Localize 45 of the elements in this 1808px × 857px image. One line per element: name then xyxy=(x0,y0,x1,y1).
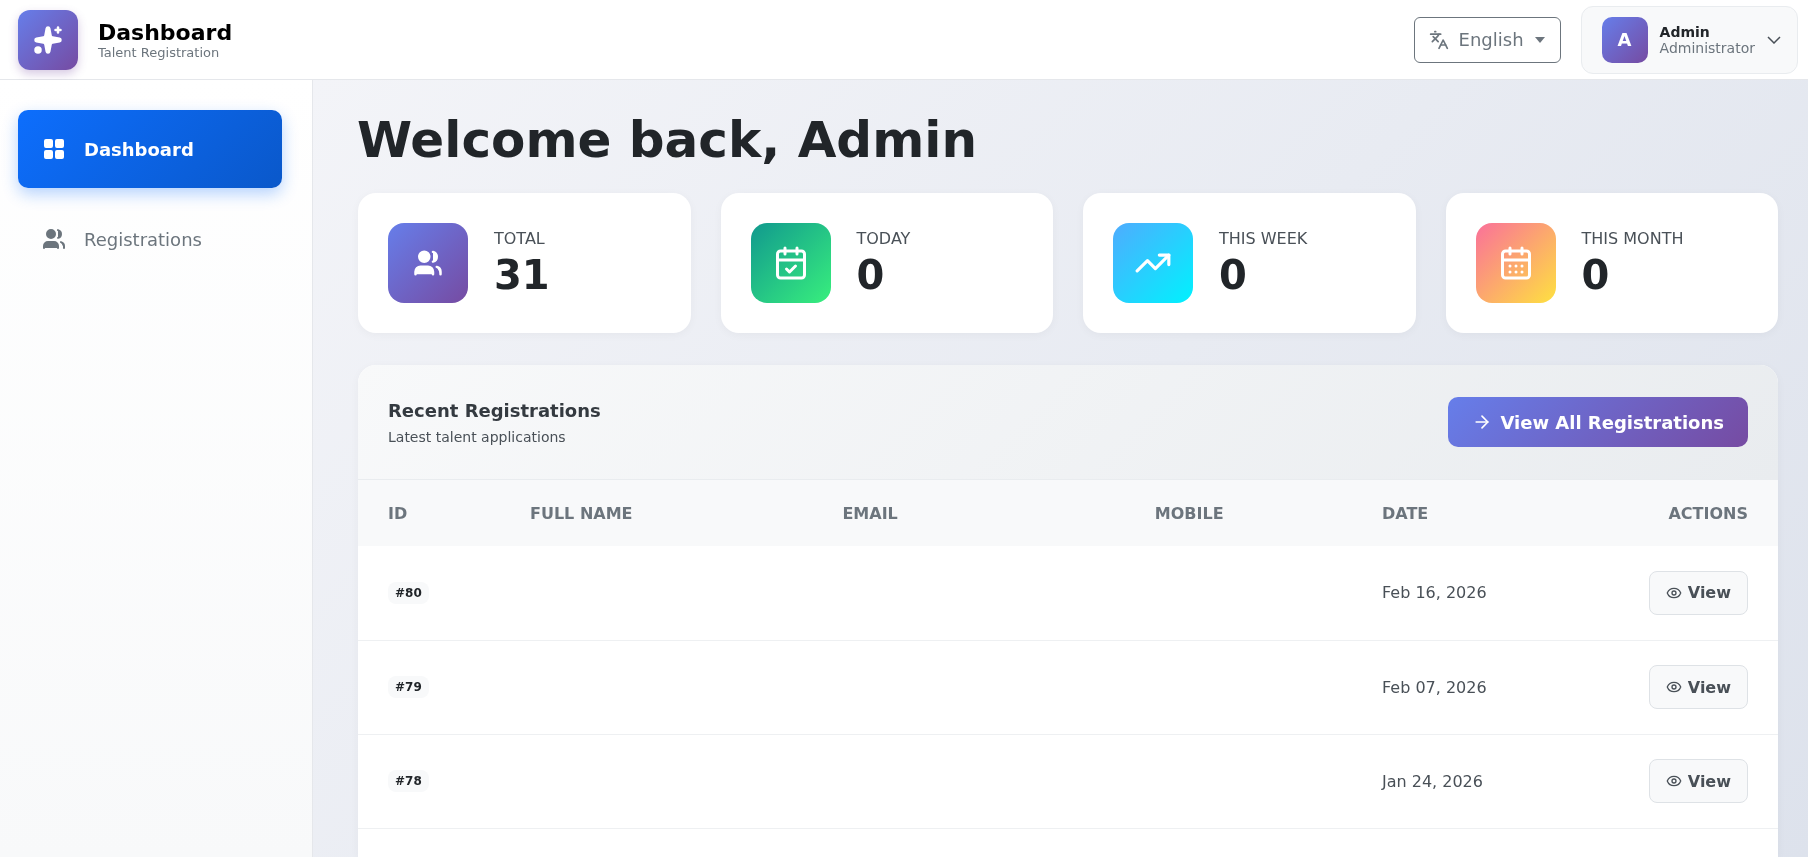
date-cell: Feb 07, 2026 xyxy=(1351,640,1565,734)
stat-label: THIS MONTH xyxy=(1581,228,1684,248)
view-button[interactable]: View xyxy=(1648,759,1748,803)
stat-value: 31 xyxy=(494,251,550,298)
column-header: ID xyxy=(358,480,500,546)
sidebar-item[interactable]: Dashboard xyxy=(18,110,282,188)
id-tag: #78 xyxy=(388,770,429,792)
view-all-button[interactable]: View All Registrations xyxy=(1448,397,1748,447)
column-header: DATE xyxy=(1351,480,1565,546)
app-title: Dashboard xyxy=(98,19,233,45)
stat-value: 0 xyxy=(856,251,886,298)
view-button[interactable]: View xyxy=(1648,665,1748,709)
stat-value: 0 xyxy=(1581,251,1611,298)
stat-value: 0 xyxy=(1219,251,1248,298)
stat-label: TOTAL xyxy=(494,228,546,248)
column-header: ACTIONS xyxy=(1564,480,1778,546)
stat-label: THIS WEEK xyxy=(1219,228,1308,248)
chevron-icon xyxy=(1767,35,1781,44)
caret-icon xyxy=(1533,35,1546,44)
view-button[interactable]: View xyxy=(1648,570,1748,615)
id-tag: #80 xyxy=(388,581,429,604)
user-role: Administrator xyxy=(1659,39,1755,56)
translate-icon xyxy=(1428,29,1449,50)
page-heading: Welcome back, Admin xyxy=(357,110,978,171)
column-header: MOBILE xyxy=(1124,480,1352,546)
column-header: FULL NAME xyxy=(500,480,813,546)
card-title: Recent Registrations xyxy=(388,399,602,421)
user-name: Admin xyxy=(1659,23,1710,40)
card-subtitle: Latest talent applications xyxy=(388,428,567,445)
eye-icon xyxy=(1665,679,1682,695)
column-header: EMAIL xyxy=(812,480,1125,546)
users-icon xyxy=(42,227,66,251)
app-subtitle: Talent Registration xyxy=(98,44,221,60)
stat-label: TODAY xyxy=(856,228,911,248)
date-cell: Jan 24, 2026 xyxy=(1351,734,1565,828)
avatar: A xyxy=(1601,16,1648,63)
sidebar-item[interactable]: Registrations xyxy=(18,200,282,278)
sparkle-icon xyxy=(33,24,63,55)
eye-icon xyxy=(1665,773,1682,789)
language-dropdown[interactable]: English xyxy=(1413,16,1561,63)
users-icon xyxy=(413,248,443,278)
date-cell: Feb 16, 2026 xyxy=(1351,546,1565,640)
grid-icon xyxy=(42,137,66,161)
id-tag: #79 xyxy=(388,676,429,698)
user-menu[interactable]: A Admin Administrator xyxy=(1580,5,1798,74)
